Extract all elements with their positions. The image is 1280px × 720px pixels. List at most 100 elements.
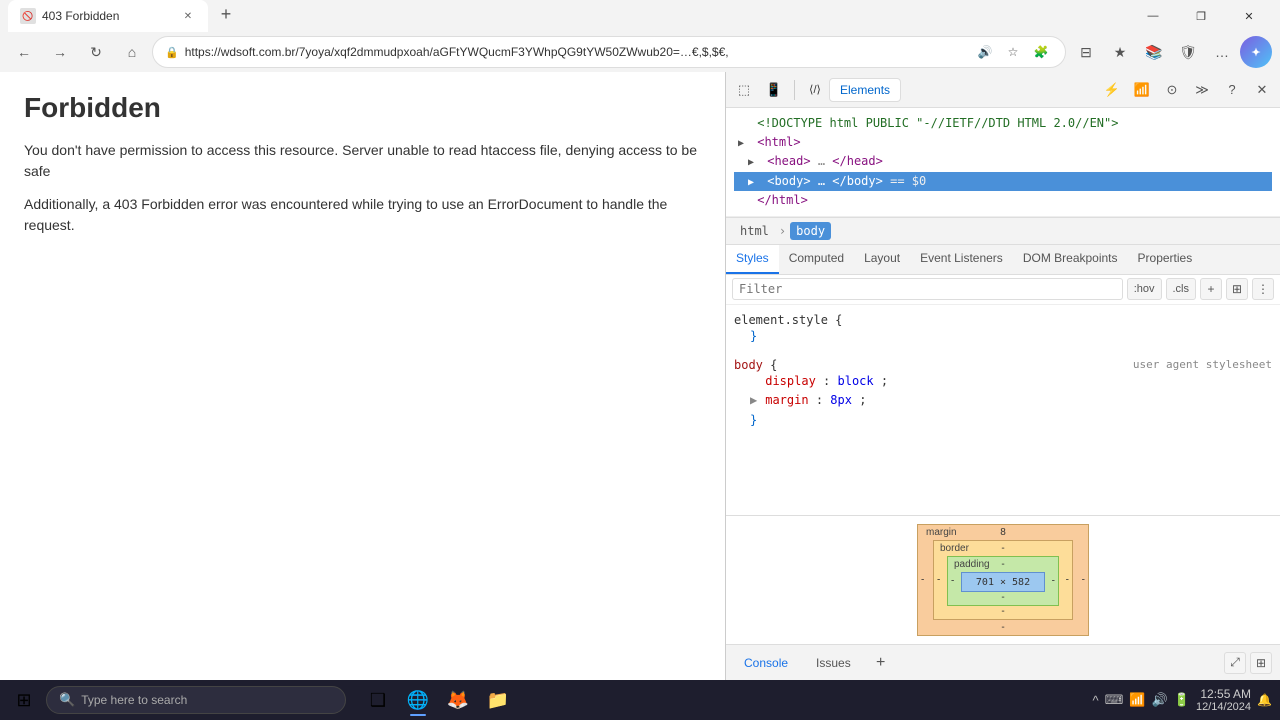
styles-filter-input[interactable]	[732, 278, 1123, 300]
file-explorer-taskbar[interactable]: 📁	[480, 682, 516, 718]
more-style-options-button[interactable]: ⋮	[1252, 278, 1274, 300]
display-property[interactable]: display : block ;	[734, 372, 1272, 391]
firefox-taskbar[interactable]: 🦊	[440, 682, 476, 718]
head-line[interactable]: ▶ <head> … </head>	[734, 152, 1272, 171]
tab-layout[interactable]: Layout	[854, 245, 910, 274]
page-line-1: You don't have permission to access this…	[24, 140, 701, 182]
inspect-element-button[interactable]: ⬚	[730, 76, 758, 104]
issues-tab[interactable]: Issues	[806, 652, 861, 674]
border-bottom-val[interactable]: -	[1001, 606, 1004, 617]
head-expand-arrow[interactable]: ▶	[748, 155, 760, 171]
home-button[interactable]: ⌂	[116, 36, 148, 68]
border-top-val[interactable]: -	[1001, 543, 1004, 554]
tab-dom-breakpoints[interactable]: DOM Breakpoints	[1013, 245, 1128, 274]
margin-top-val[interactable]: 8	[1000, 527, 1006, 538]
forward-button[interactable]: →	[44, 36, 76, 68]
elements-icon[interactable]: ⟨/⟩	[801, 76, 829, 104]
taskbar-search-placeholder: Type here to search	[81, 693, 187, 707]
wifi-icon[interactable]: 📶	[1129, 692, 1145, 708]
favorites-bar-button[interactable]: ★	[1104, 36, 1136, 68]
body-expand-arrow[interactable]: ▶	[748, 175, 760, 191]
margin-bottom-val[interactable]: -	[1001, 622, 1004, 633]
html-expand-arrow[interactable]: ▶	[738, 136, 750, 152]
active-tab[interactable]: 🚫 403 Forbidden ✕	[8, 0, 208, 32]
html-doctype-line[interactable]: <!DOCTYPE html PUBLIC "-//IETF//DTD HTML…	[734, 114, 1272, 133]
devtools-more-button[interactable]: ≫	[1188, 76, 1216, 104]
nav-actions: ⊟ ★ 📚 🛡 … ✦	[1070, 36, 1272, 68]
split-view-button[interactable]: ⊞	[1250, 652, 1272, 674]
hov-button[interactable]: :hov	[1127, 278, 1162, 300]
html-close-tag: </html>	[757, 193, 808, 207]
task-view-button[interactable]: ❑	[360, 682, 396, 718]
breadcrumb-html[interactable]: html	[734, 222, 775, 240]
extension-icon[interactable]: 🧩	[1029, 40, 1053, 64]
tab-properties-label: Properties	[1138, 251, 1193, 265]
border-left-val[interactable]: -	[937, 575, 940, 586]
taskbar-clock[interactable]: 12:55 AM 12/14/2024	[1196, 687, 1251, 713]
refresh-button[interactable]: ↻	[80, 36, 112, 68]
device-emulation-button[interactable]: 📱	[760, 76, 788, 104]
keyboard-icon[interactable]: ⌨	[1105, 692, 1124, 708]
page-content: Forbidden You don't have permission to a…	[0, 72, 725, 680]
tab-properties[interactable]: Properties	[1128, 245, 1203, 274]
tab-close-button[interactable]: ✕	[180, 8, 196, 24]
html-close-line[interactable]: </html>	[734, 191, 1272, 210]
notification-icon[interactable]: 🔔	[1257, 693, 1272, 707]
margin-right-val[interactable]: -	[1082, 575, 1085, 586]
back-button[interactable]: ←	[8, 36, 40, 68]
edge-browser-taskbar[interactable]: 🌐	[400, 682, 436, 718]
cls-button[interactable]: .cls	[1166, 278, 1197, 300]
taskbar: ⊞ 🔍 Type here to search ❑ 🌐 🦊 📁 ^ ⌨	[0, 680, 1280, 720]
close-button[interactable]: ✕	[1226, 0, 1272, 32]
tab-elements[interactable]: Elements	[829, 78, 901, 102]
padding-left-val[interactable]: -	[951, 576, 954, 587]
start-button[interactable]: ⊞	[8, 684, 40, 716]
body-open-brace: {	[770, 358, 777, 372]
taskbar-search-box[interactable]: 🔍 Type here to search	[46, 686, 346, 714]
maximize-button[interactable]: ❐	[1178, 0, 1224, 32]
console-tab[interactable]: Console	[734, 652, 798, 674]
battery-icon[interactable]: 🔋	[1174, 692, 1190, 708]
read-aloud-icon[interactable]: 🔊	[973, 40, 997, 64]
split-screen-button[interactable]: ⊟	[1070, 36, 1102, 68]
margin-property[interactable]: ▶ margin : 8px ;	[734, 391, 1272, 410]
tab-event-listeners[interactable]: Event Listeners	[910, 245, 1013, 274]
volume-icon[interactable]: 🔊	[1152, 692, 1168, 708]
breadcrumb-separator: ›	[779, 224, 786, 238]
devtools-help-button[interactable]: ?	[1218, 76, 1246, 104]
taskbar-search-icon: 🔍	[59, 692, 75, 708]
add-panel-button[interactable]: +	[869, 651, 893, 675]
browser-essentials-button[interactable]: 🛡	[1172, 36, 1204, 68]
margin-prop-value: 8px	[830, 393, 852, 407]
margin-prop-name: margin	[765, 393, 808, 407]
collections-button[interactable]: 📚	[1138, 36, 1170, 68]
margin-left-val[interactable]: -	[921, 575, 924, 586]
clock-time: 12:55 AM	[1196, 687, 1251, 701]
devtools-extra-button[interactable]: ⊙	[1158, 76, 1186, 104]
padding-right-val[interactable]: -	[1052, 576, 1055, 587]
border-right-val[interactable]: -	[1066, 575, 1069, 586]
breadcrumb-body[interactable]: body	[790, 222, 831, 240]
padding-top-val[interactable]: -	[1001, 559, 1004, 570]
devtools-wifi-button[interactable]: 📶	[1128, 76, 1156, 104]
new-tab-button[interactable]: +	[212, 0, 240, 28]
padding-bottom-val[interactable]: -	[1001, 592, 1004, 603]
toggle-state-button[interactable]: ⊞	[1226, 278, 1248, 300]
address-bar[interactable]: 🔒 https://wdsoft.com.br/7yoya/xqf2dmmudp…	[152, 36, 1066, 68]
body-line[interactable]: ▶ <body> … </body> == $0	[734, 172, 1272, 191]
user-agent-source: user agent stylesheet	[1133, 358, 1272, 371]
tab-styles[interactable]: Styles	[726, 245, 779, 274]
devtools-panel: ⬚ 📱 ⟨/⟩ Elements ⚡ 📶 ⊙ ≫ ? ✕	[725, 72, 1280, 680]
html-open-line[interactable]: ▶ <html>	[734, 133, 1272, 152]
copilot-button[interactable]: ✦	[1240, 36, 1272, 68]
settings-button[interactable]: …	[1206, 36, 1238, 68]
minimize-button[interactable]: —	[1130, 0, 1176, 32]
add-style-rule-button[interactable]: +	[1200, 278, 1222, 300]
margin-toggle[interactable]: ▶	[750, 391, 758, 410]
chevron-icon[interactable]: ^	[1093, 693, 1099, 708]
tab-computed[interactable]: Computed	[779, 245, 854, 274]
favorites-icon[interactable]: ☆	[1001, 40, 1025, 64]
dock-bottom-button[interactable]: ⤢	[1224, 652, 1246, 674]
devtools-close-button[interactable]: ✕	[1248, 76, 1276, 104]
devtools-performance-button[interactable]: ⚡	[1098, 76, 1126, 104]
